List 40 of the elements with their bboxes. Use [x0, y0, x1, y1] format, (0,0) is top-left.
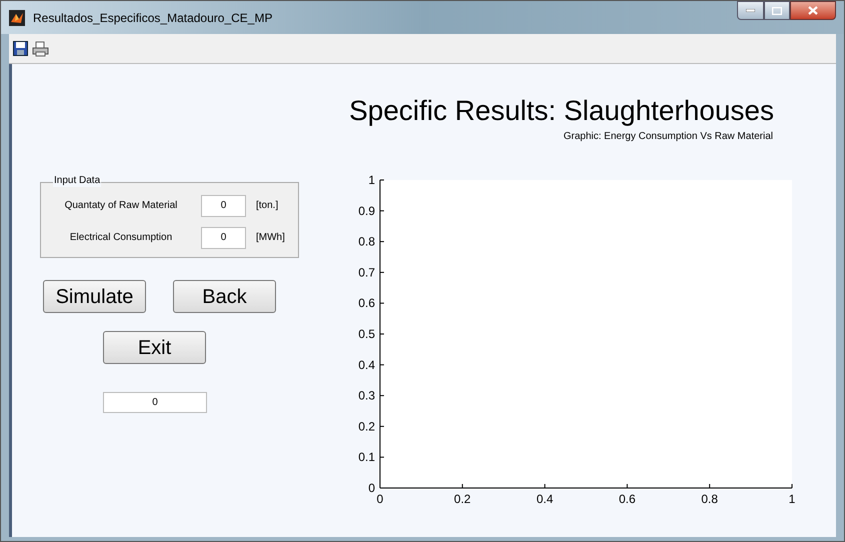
- y-tick-label: 0: [368, 481, 375, 495]
- unit-label: [MWh]: [256, 231, 285, 245]
- field-label: Quantaty of Raw Material: [64, 199, 178, 213]
- exit-button[interactable]: Exit: [103, 331, 206, 364]
- close-icon: [808, 6, 818, 15]
- y-tick-label: 0.9: [358, 204, 375, 218]
- y-tick-label: 0.3: [358, 388, 375, 403]
- panel-title: Input Data: [53, 175, 102, 187]
- app-logo-icon: [9, 10, 25, 26]
- print-icon[interactable]: [32, 40, 49, 56]
- output-field[interactable]: 0: [103, 392, 207, 413]
- y-tick-label: 0.6: [358, 296, 375, 310]
- x-tick-label: 0.8: [701, 492, 718, 506]
- x-tick-label: 0.2: [454, 492, 471, 506]
- window-title: Resultados_Especificos_Matadouro_CE_MP: [33, 10, 272, 26]
- y-tick-label: 0.2: [358, 419, 375, 434]
- y-tick-label: 0.4: [358, 358, 375, 372]
- y-tick-label: 1: [368, 173, 375, 187]
- input-field[interactable]: 0: [201, 226, 246, 248]
- close-button[interactable]: [790, 1, 836, 20]
- y-tick-label: 0.5: [358, 327, 375, 341]
- field-label: Electrical Consumption: [68, 231, 174, 245]
- maximize-icon: [772, 6, 782, 14]
- y-tick-label: 0.1: [358, 450, 375, 464]
- page-title: Specific Results: Slaughterhouses: [349, 94, 774, 128]
- maximize-button[interactable]: [764, 1, 790, 20]
- y-tick-label: 0.8: [358, 234, 375, 249]
- y-tick-label: 0.7: [358, 265, 375, 280]
- input-field[interactable]: 0: [201, 194, 246, 216]
- x-tick-label: 0.4: [536, 492, 554, 506]
- x-tick-label: 0.6: [618, 492, 636, 506]
- back-button[interactable]: Back: [173, 280, 276, 313]
- minimize-button[interactable]: [737, 1, 764, 20]
- x-tick-label: 1: [788, 492, 796, 506]
- simulate-button[interactable]: Simulate: [43, 280, 146, 313]
- save-icon[interactable]: [13, 41, 28, 56]
- minimize-icon: [746, 9, 755, 12]
- chart-subtitle: Graphic: Energy Consumption Vs Raw Material: [563, 131, 773, 143]
- x-tick-label: 0: [376, 492, 384, 506]
- unit-label: [ton.]: [256, 199, 278, 213]
